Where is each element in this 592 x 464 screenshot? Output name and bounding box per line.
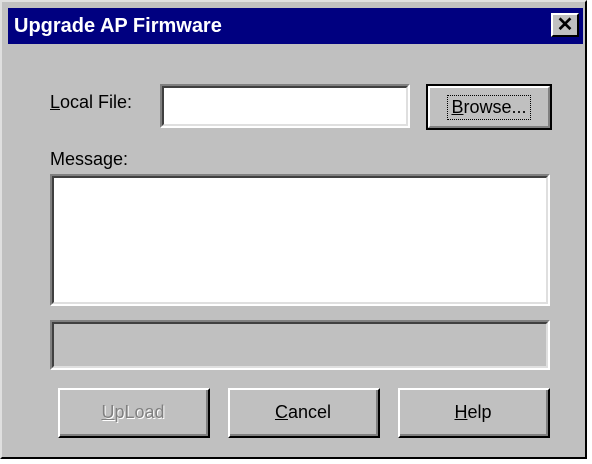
local-file-field-frame	[160, 84, 410, 128]
cancel-button[interactable]: Cancel	[228, 388, 380, 438]
browse-button-label: Browse...	[447, 94, 531, 120]
local-file-input[interactable]	[164, 88, 406, 124]
upgrade-firmware-dialog: Upgrade AP Firmware ✕ Local File: Browse…	[0, 0, 587, 459]
message-box-frame	[50, 174, 550, 306]
browse-button[interactable]: Browse...	[426, 84, 552, 130]
message-label: Message:	[50, 149, 129, 169]
message-textarea[interactable]	[54, 178, 546, 302]
upload-button-label: UpLoad	[101, 401, 165, 422]
close-icon: ✕	[556, 14, 574, 36]
upload-button[interactable]: UpLoad	[58, 388, 210, 438]
help-button-label: Help	[454, 401, 492, 422]
help-button[interactable]: Help	[398, 388, 550, 438]
title-bar[interactable]: Upgrade AP Firmware ✕	[8, 8, 583, 44]
cancel-button-label: Cancel	[274, 401, 332, 422]
local-file-label: Local File:	[50, 92, 133, 112]
close-button[interactable]: ✕	[551, 13, 579, 37]
window-title: Upgrade AP Firmware	[14, 15, 222, 37]
progress-bar	[50, 320, 550, 370]
